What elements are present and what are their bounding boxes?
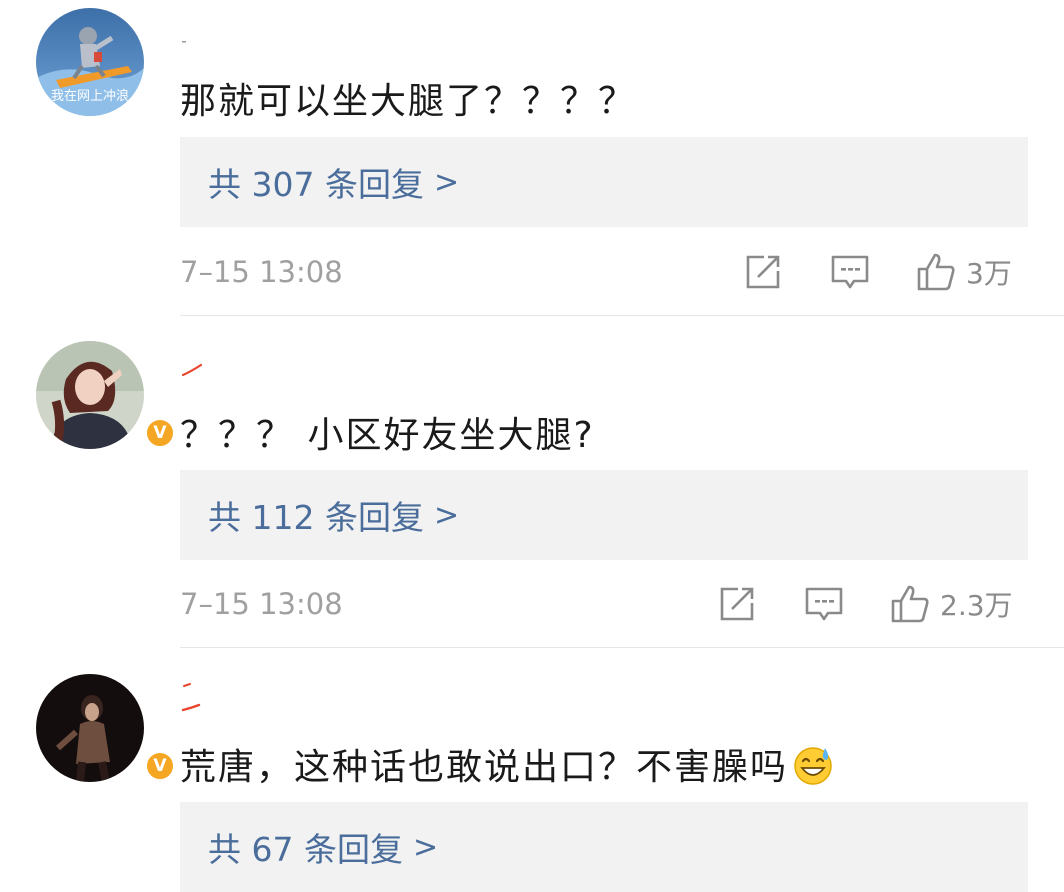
thumbs-up-icon bbox=[891, 585, 929, 623]
avatar-caption: 我在网上冲浪 bbox=[50, 89, 129, 104]
view-replies-button[interactable]: 共 112 条回复 > bbox=[180, 470, 1028, 560]
view-replies-button[interactable]: 共 307 条回复 > bbox=[180, 137, 1028, 227]
replies-count-label: 共 112 条回复 bbox=[208, 498, 424, 537]
like-button[interactable]: 3万 bbox=[916, 252, 1012, 292]
replies-count-label: 共 307 条回复 bbox=[208, 165, 424, 204]
comment-icon bbox=[805, 587, 843, 621]
chevron-right-icon: > bbox=[433, 497, 460, 533]
comment-meta: 7–15 13:08 3万 bbox=[180, 252, 1028, 292]
verified-badge: V bbox=[144, 750, 176, 782]
chevron-right-icon: > bbox=[412, 829, 439, 865]
replies-count-label: 共 67 条回复 bbox=[208, 830, 403, 869]
comment-button[interactable] bbox=[804, 584, 844, 624]
comment-text: ？？？ 小区好友坐大腿? bbox=[180, 415, 595, 456]
divider bbox=[180, 647, 1064, 648]
username[interactable] bbox=[180, 680, 204, 720]
like-button[interactable]: 2.3万 bbox=[890, 584, 1013, 624]
divider bbox=[180, 315, 1064, 316]
timestamp: 7–15 13:08 bbox=[180, 587, 343, 621]
avatar[interactable]: V bbox=[36, 341, 176, 449]
grinning-sweat-emoji bbox=[794, 747, 832, 785]
comment-icon bbox=[831, 255, 869, 289]
comment-text: 那就可以坐大腿了？？？？ bbox=[180, 81, 637, 122]
username-mark bbox=[181, 683, 201, 712]
chevron-right-icon: > bbox=[433, 164, 460, 200]
comment-button[interactable] bbox=[830, 252, 870, 292]
view-replies-button[interactable]: 共 67 条回复 > bbox=[180, 802, 1028, 892]
username[interactable] bbox=[180, 362, 204, 382]
avatar[interactable]: V bbox=[36, 674, 176, 782]
timestamp: 7–15 13:08 bbox=[180, 255, 343, 289]
share-button[interactable] bbox=[744, 252, 782, 292]
comment-text: 荒唐，这种话也敢说出口？不害臊吗 bbox=[180, 738, 834, 790]
share-button[interactable] bbox=[718, 584, 756, 624]
comment-meta: 7–15 13:08 2.3万 bbox=[180, 584, 1028, 624]
thumbs-up-icon bbox=[917, 253, 955, 291]
username[interactable] bbox=[180, 30, 190, 49]
comment-text-body: 荒唐，这种话也敢说出口？不害臊吗 bbox=[180, 747, 789, 788]
like-count: 2.3万 bbox=[940, 589, 1013, 622]
username-mark bbox=[182, 41, 186, 43]
verified-badge: V bbox=[144, 417, 176, 449]
username-mark bbox=[181, 363, 203, 377]
share-icon bbox=[746, 255, 780, 289]
like-count: 3万 bbox=[966, 257, 1012, 290]
share-icon bbox=[720, 587, 754, 621]
avatar[interactable]: 我在网上冲浪 bbox=[36, 8, 144, 116]
